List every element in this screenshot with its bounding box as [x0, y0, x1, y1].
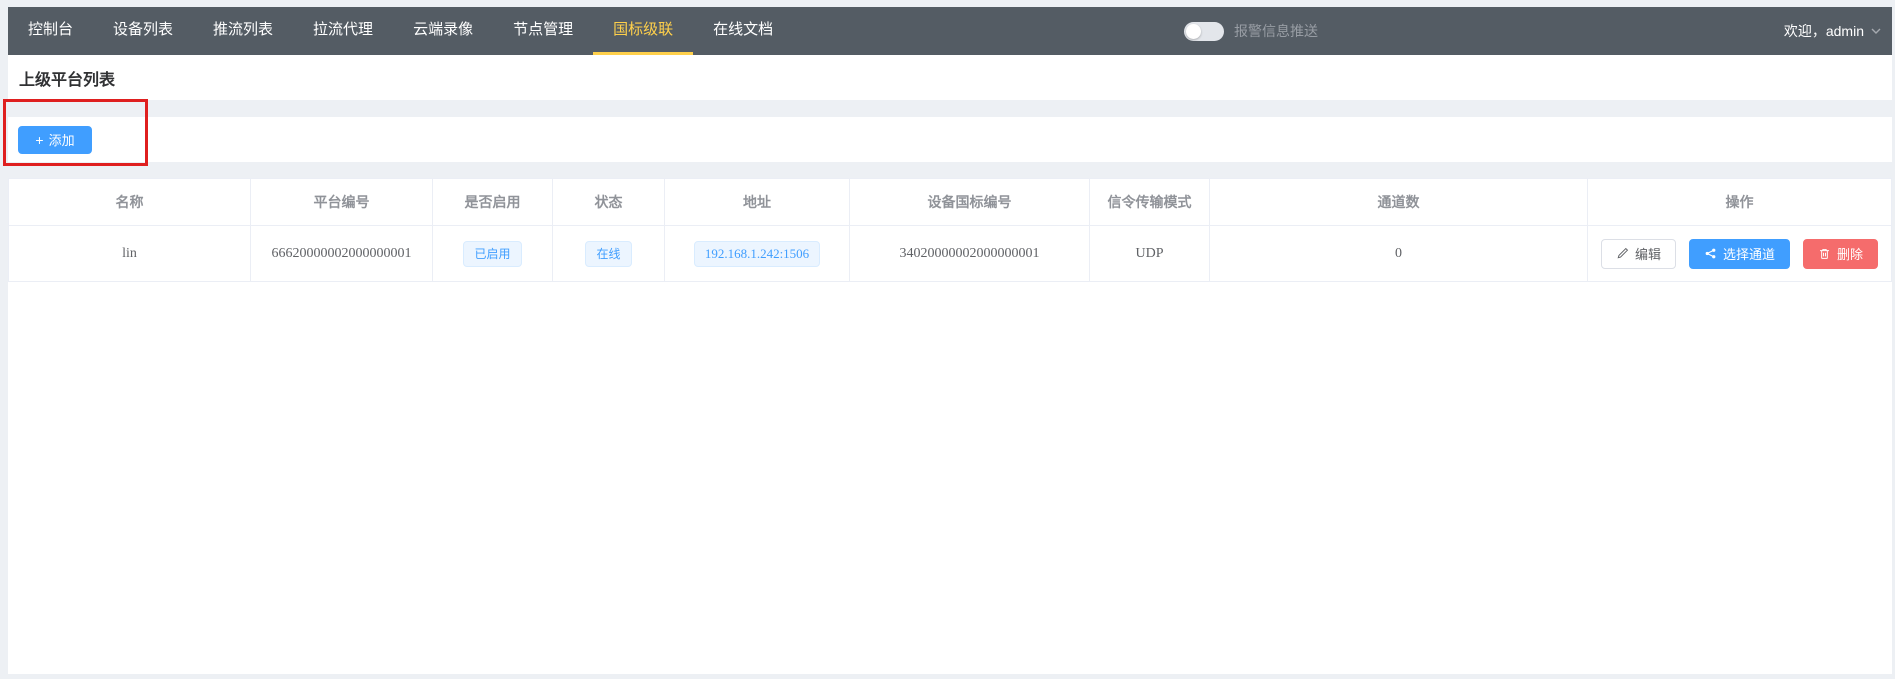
address-badge: 192.168.1.242:1506 — [694, 241, 820, 267]
nav-tab-node-manage[interactable]: 节点管理 — [493, 7, 593, 55]
delete-button-label: 删除 — [1837, 244, 1863, 263]
delete-button[interactable]: 删除 — [1803, 239, 1878, 269]
column-header-actions: 操作 — [1588, 179, 1892, 226]
column-header-gb-device-id: 设备国标编号 — [850, 179, 1090, 226]
column-header-transport: 信令传输模式 — [1090, 179, 1210, 226]
cell-address: 192.168.1.242:1506 — [665, 226, 850, 282]
cell-actions: 编辑 选择通道 删除 — [1588, 226, 1892, 282]
cell-gb-device-id: 34020000002000000001 — [850, 226, 1090, 282]
column-header-channel-count: 通道数 — [1210, 179, 1588, 226]
select-channel-label: 选择通道 — [1723, 244, 1775, 263]
nav-tab-device-list[interactable]: 设备列表 — [93, 7, 193, 55]
edit-button-label: 编辑 — [1635, 244, 1661, 263]
cell-status: 在线 — [553, 226, 665, 282]
column-header-status: 状态 — [553, 179, 665, 226]
select-channel-button[interactable]: 选择通道 — [1689, 239, 1790, 269]
nav-tab-cloud-record[interactable]: 云端录像 — [393, 7, 493, 55]
top-navbar: 控制台 设备列表 推流列表 拉流代理 云端录像 节点管理 国标级联 在线文档 报… — [8, 7, 1892, 55]
nav-tab-gb-cascade[interactable]: 国标级联 — [593, 7, 693, 55]
share-icon — [1704, 247, 1717, 260]
nav-tab-online-docs[interactable]: 在线文档 — [693, 7, 793, 55]
edit-button[interactable]: 编辑 — [1601, 239, 1676, 269]
row-actions: 编辑 选择通道 删除 — [1601, 239, 1878, 269]
alarm-push-toggle[interactable] — [1184, 22, 1224, 41]
nav-tab-console[interactable]: 控制台 — [8, 7, 93, 55]
nav-tab-push-list[interactable]: 推流列表 — [193, 7, 293, 55]
user-menu[interactable]: 欢迎，admin — [1784, 7, 1882, 55]
column-header-enabled: 是否启用 — [433, 179, 553, 226]
cell-enabled: 已启用 — [433, 226, 553, 282]
trash-icon — [1818, 247, 1831, 260]
cell-platform-id: 66620000002000000001 — [251, 226, 433, 282]
table-row: lin 66620000002000000001 已启用 在线 192.168.… — [8, 226, 1892, 282]
cell-channel-count: 0 — [1210, 226, 1588, 282]
platform-table: 名称 平台编号 是否启用 状态 地址 设备国标编号 信令传输模式 通道数 操作 … — [8, 178, 1892, 674]
table-header-row: 名称 平台编号 是否启用 状态 地址 设备国标编号 信令传输模式 通道数 操作 — [8, 179, 1892, 226]
alarm-push-label: 报警信息推送 — [1234, 21, 1318, 41]
cell-name: lin — [8, 226, 251, 282]
column-header-address: 地址 — [665, 179, 850, 226]
pencil-icon — [1616, 247, 1629, 260]
cell-transport: UDP — [1090, 226, 1210, 282]
alarm-push-group: 报警信息推送 — [1184, 7, 1318, 55]
add-button-label: 添加 — [49, 130, 75, 149]
add-button[interactable]: + 添加 — [18, 126, 92, 154]
status-badge: 在线 — [585, 241, 631, 267]
page-title: 上级平台列表 — [19, 66, 115, 90]
page-header: 上级平台列表 — [8, 55, 1892, 100]
plus-icon: + — [35, 133, 43, 147]
enabled-badge: 已启用 — [463, 241, 521, 267]
toolbar: + 添加 — [8, 117, 1892, 162]
column-header-name: 名称 — [8, 179, 251, 226]
toggle-knob — [1186, 24, 1201, 39]
nav-tab-pull-proxy[interactable]: 拉流代理 — [293, 7, 393, 55]
welcome-text: 欢迎，admin — [1784, 21, 1864, 41]
chevron-down-icon — [1870, 25, 1882, 37]
column-header-platform-id: 平台编号 — [251, 179, 433, 226]
app-window: 控制台 设备列表 推流列表 拉流代理 云端录像 节点管理 国标级联 在线文档 报… — [0, 0, 1895, 679]
